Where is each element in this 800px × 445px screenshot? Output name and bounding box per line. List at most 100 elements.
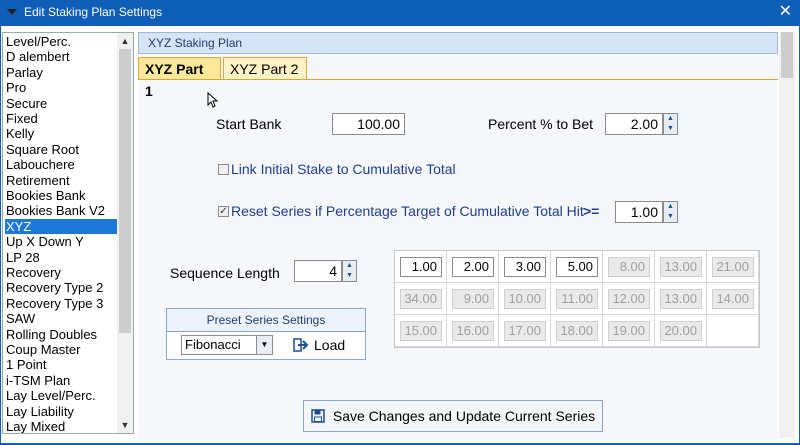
chevron-down-icon[interactable]: ▼ <box>256 336 272 354</box>
sequence-cell: 16.00 <box>447 315 499 347</box>
sequence-value-input[interactable]: 8.00 <box>608 257 650 277</box>
sequence-value-input[interactable]: 3.00 <box>504 257 546 277</box>
sequence-value-input[interactable]: 17.00 <box>504 321 546 341</box>
list-item[interactable]: Up X Down Y <box>5 234 118 249</box>
sequence-cell: 10.00 <box>499 283 551 315</box>
sequence-value-input[interactable]: 21.00 <box>712 257 754 277</box>
window-scroll-thumb[interactable] <box>781 32 793 78</box>
spin-up-icon[interactable]: ▲ <box>664 202 677 212</box>
load-button[interactable]: Load <box>293 335 353 355</box>
sequence-value-input[interactable]: 19.00 <box>608 321 650 341</box>
list-item[interactable]: Pro <box>5 80 118 95</box>
sequence-value-input[interactable]: 1.00 <box>400 257 442 277</box>
list-item[interactable]: Retirement <box>5 173 118 188</box>
spin-down-icon[interactable]: ▼ <box>664 124 677 134</box>
sequence-grid: 1.00 2.00 3.00 5.00 8.00 13.00 21.00 34.00 9.00 1… <box>394 250 760 348</box>
preset-title: Preset Series Settings <box>167 309 365 332</box>
list-item[interactable]: Labouchere <box>5 157 118 172</box>
sequence-value-input[interactable]: 13.00 <box>660 257 702 277</box>
list-item[interactable]: Lay Level/Perc. <box>5 388 118 403</box>
list-item[interactable]: Square Root <box>5 142 118 157</box>
spin-down-icon[interactable]: ▼ <box>664 212 677 222</box>
reset-series-operator: >= <box>583 203 600 219</box>
panel-header: XYZ Staking Plan <box>138 32 778 54</box>
spin-down-icon[interactable]: ▼ <box>343 271 356 281</box>
tab-xyz-part-1[interactable]: XYZ Part 1 <box>138 57 221 99</box>
list-item[interactable]: Lay Mixed <box>5 419 118 433</box>
scroll-thumb[interactable] <box>119 49 131 333</box>
list-item[interactable]: Recovery Type 2 <box>5 280 118 295</box>
scroll-down-icon[interactable]: ▼ <box>117 417 133 433</box>
sequence-cell: 11.00 <box>551 283 603 315</box>
sequence-value-input[interactable]: 14.00 <box>712 289 754 309</box>
plan-list-scrollbar[interactable]: ▲ ▼ <box>117 33 133 433</box>
link-initial-checkbox[interactable] <box>218 164 229 175</box>
list-item[interactable]: Level/Perc. <box>5 34 118 49</box>
sequence-value-input[interactable]: 15.00 <box>400 321 442 341</box>
preset-series-group: Preset Series Settings Fibonacci ▼ Load <box>166 308 366 360</box>
scroll-up-icon[interactable]: ▲ <box>117 33 133 49</box>
sequence-value-input[interactable]: 34.00 <box>400 289 442 309</box>
sequence-value-input[interactable]: 20.00 <box>660 321 702 341</box>
list-item[interactable]: XYZ <box>5 218 118 234</box>
sequence-value-input[interactable]: 12.00 <box>608 289 650 309</box>
percent-label: Percent % to Bet <box>488 116 594 132</box>
sequence-value-input[interactable]: 13.00 <box>660 289 702 309</box>
list-item[interactable]: Bookies Bank <box>5 188 118 203</box>
spin-up-icon[interactable]: ▲ <box>343 261 356 271</box>
reset-series-input[interactable]: 1.00 <box>615 201 663 223</box>
list-item[interactable]: i-TSM Plan <box>5 373 118 388</box>
tab-xyz-part-2[interactable]: XYZ Part 2 <box>223 57 307 80</box>
sequence-value-input[interactable]: 11.00 <box>556 289 598 309</box>
list-item[interactable]: 1 Point <box>5 357 118 372</box>
list-item[interactable]: Lay Liability <box>5 404 118 419</box>
sequence-cell: 8.00 <box>603 251 655 283</box>
reset-series-spinner[interactable]: ▲ ▼ <box>663 201 678 223</box>
sequence-value-input[interactable]: 5.00 <box>556 257 598 277</box>
plan-panel: XYZ Staking Plan XYZ Part 1 XYZ Part 2 <box>138 32 778 440</box>
sequence-value-input[interactable]: 10.00 <box>504 289 546 309</box>
percent-spinner[interactable]: ▲ ▼ <box>663 113 678 135</box>
sequence-cell <box>707 315 759 347</box>
spin-up-icon[interactable]: ▲ <box>664 114 677 124</box>
list-item[interactable]: Bookies Bank V2 <box>5 203 118 218</box>
start-bank-input[interactable]: 100.00 <box>332 113 405 135</box>
percent-input[interactable]: 2.00 <box>605 113 663 135</box>
mouse-cursor-icon <box>207 92 219 108</box>
sequence-cell: 2.00 <box>447 251 499 283</box>
start-bank-label: Start Bank <box>216 116 282 132</box>
sequence-length-label: Sequence Length <box>170 265 280 281</box>
list-item[interactable]: Parlay <box>5 65 118 80</box>
list-item[interactable]: Fixed <box>5 111 118 126</box>
list-item[interactable]: LP 28 <box>5 250 118 265</box>
load-arrow-icon <box>293 338 309 352</box>
preset-select[interactable]: Fibonacci ▼ <box>181 335 273 355</box>
tab-divider <box>138 79 778 80</box>
sequence-length-input[interactable]: 4 <box>294 260 342 282</box>
plan-list[interactable]: Level/Perc. D alembert Parlay Pro Secure Fixe… <box>2 32 134 434</box>
reset-series-checkbox[interactable]: ✓ <box>218 206 229 217</box>
save-changes-button[interactable]: Save Changes and Update Current Series <box>303 400 603 432</box>
list-item[interactable]: Secure <box>5 96 118 111</box>
window-scrollbar[interactable] <box>779 32 795 438</box>
close-icon[interactable]: ✕ <box>779 3 792 21</box>
link-initial-label: Link Initial Stake to Cumulative Total <box>231 161 456 177</box>
sequence-value-input[interactable]: 18.00 <box>556 321 598 341</box>
sequence-cell: 19.00 <box>603 315 655 347</box>
sequence-value-input[interactable]: 16.00 <box>452 321 494 341</box>
list-item[interactable]: Recovery <box>5 265 118 280</box>
list-item[interactable]: Coup Master <box>5 342 118 357</box>
list-item[interactable]: D alembert <box>5 49 118 64</box>
sequence-value-input[interactable]: 9.00 <box>452 289 494 309</box>
list-item[interactable]: Recovery Type 3 <box>5 296 118 311</box>
sequence-length-spinner[interactable]: ▲ ▼ <box>342 260 357 282</box>
list-item[interactable]: SAW <box>5 311 118 326</box>
sequence-cell: 20.00 <box>655 315 707 347</box>
sequence-value-input[interactable]: 2.00 <box>452 257 494 277</box>
list-item[interactable]: Rolling Doubles <box>5 327 118 342</box>
load-label: Load <box>314 337 346 353</box>
list-item[interactable]: Kelly <box>5 126 118 141</box>
sequence-cell: 1.00 <box>395 251 447 283</box>
sequence-cell: 13.00 <box>655 283 707 315</box>
save-changes-label: Save Changes and Update Current Series <box>332 408 596 424</box>
